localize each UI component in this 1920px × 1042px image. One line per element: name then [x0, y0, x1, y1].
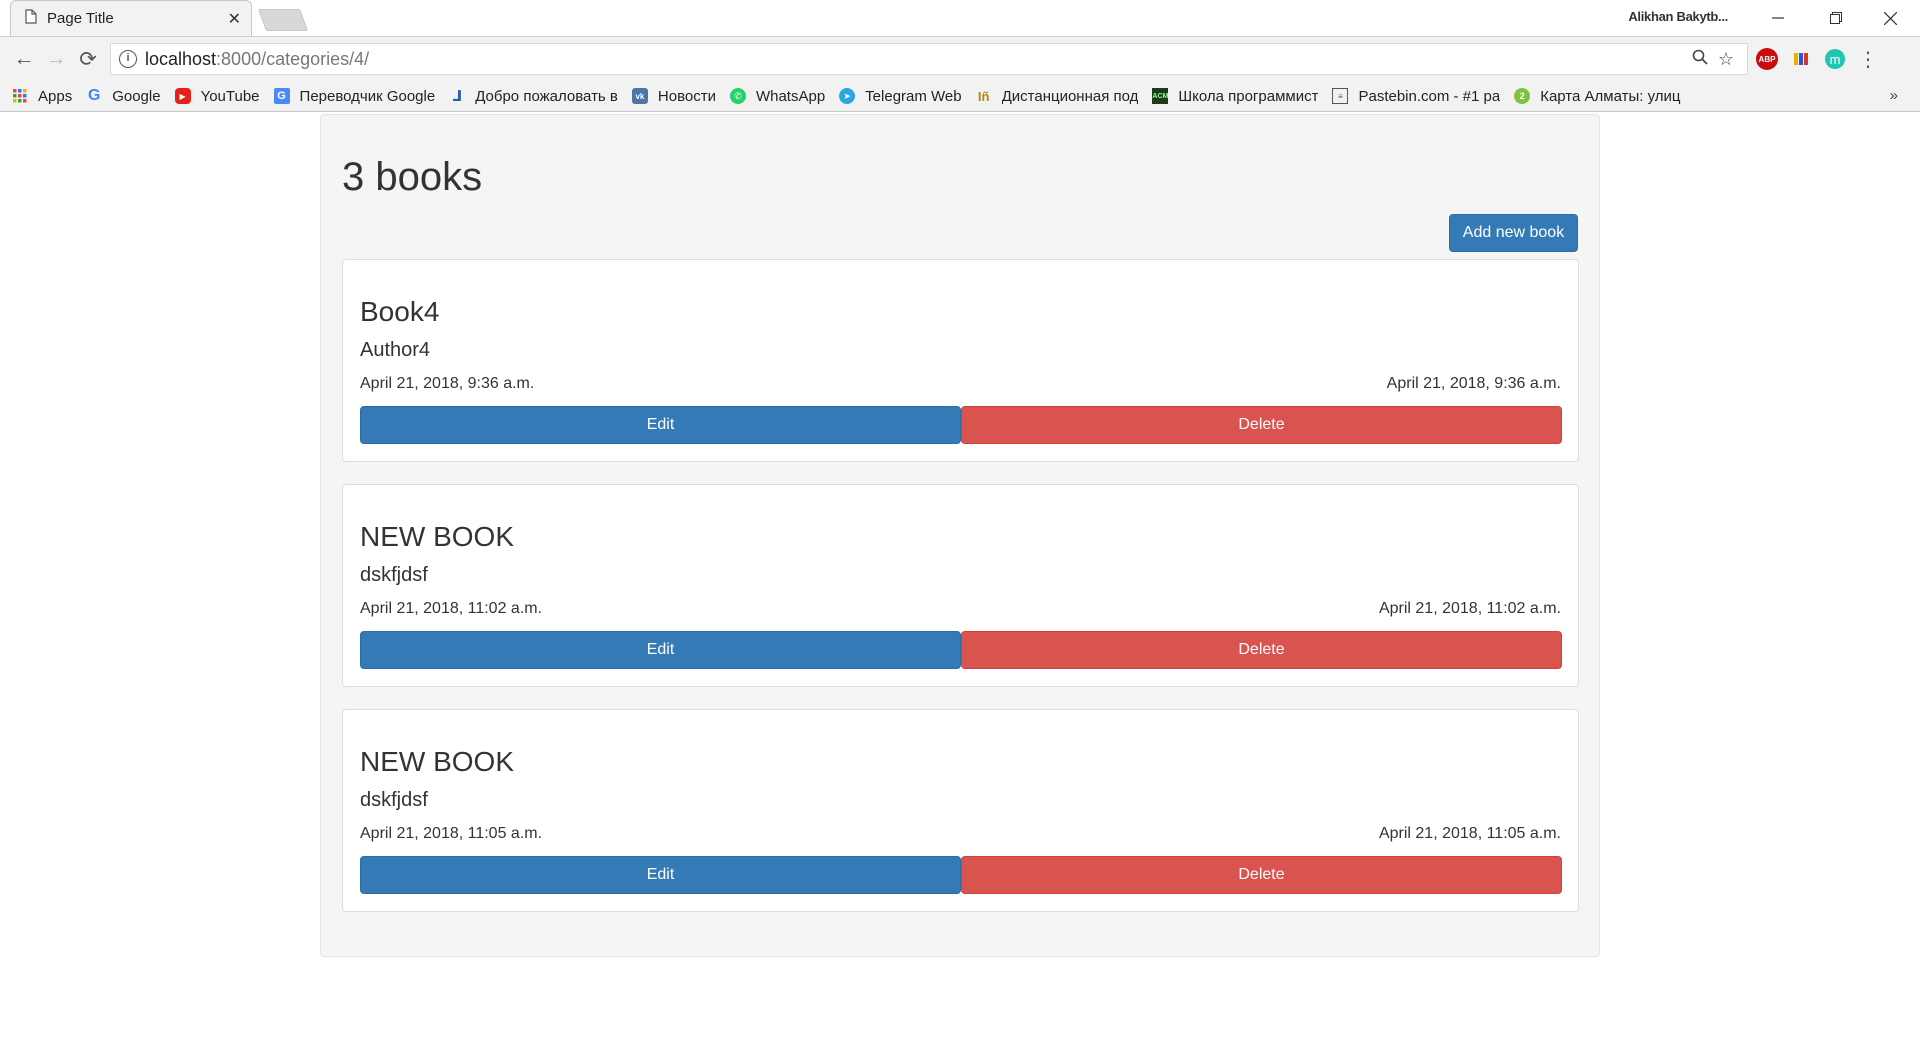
bookmark-telegram[interactable]: ➤ Telegram Web	[839, 87, 962, 105]
book-updated-date: April 21, 2018, 11:02 a.m.	[1378, 600, 1561, 617]
bookmark-programming-school[interactable]: ACM Школа программист	[1152, 88, 1318, 105]
tab-title: Page Title	[47, 10, 114, 27]
window-close-icon[interactable]	[1868, 4, 1912, 32]
book-author: dskfjdsf	[360, 564, 428, 586]
bookmark-label: Telegram Web	[865, 87, 962, 105]
url-text[interactable]: localhost:8000/categories/4/	[145, 49, 1687, 70]
minimize-icon[interactable]	[1756, 4, 1800, 32]
welcome-site-icon: ⅃	[452, 88, 462, 105]
youtube-icon: ▶	[174, 88, 191, 104]
browser-tab[interactable]: Page Title ✕	[10, 0, 252, 36]
delete-book-button[interactable]: Delete	[961, 631, 1562, 669]
bookmark-pastebin[interactable]: ≡ Pastebin.com - #1 pa	[1332, 88, 1500, 105]
bookmark-star-icon[interactable]: ☆	[1713, 49, 1739, 70]
bookmark-label: Добро пожаловать в	[475, 87, 618, 105]
bookmark-label: Google	[112, 87, 161, 105]
browser-menu-icon[interactable]: ⋮	[1858, 47, 1878, 72]
bookmark-label: Pastebin.com - #1 pa	[1358, 87, 1501, 105]
book-author: dskfjdsf	[360, 789, 428, 811]
url-path: :8000/categories/4/	[216, 48, 370, 69]
book-title: NEW BOOK	[360, 746, 515, 777]
bookmark-welcome[interactable]: ⅃ Добро пожаловать в	[449, 87, 618, 105]
bookmark-google-translate[interactable]: G Переводчик Google	[273, 87, 436, 105]
bookmark-label: Карта Алматы: улиц	[1540, 87, 1681, 105]
url-host: localhost	[145, 48, 217, 69]
bookmark-label: Новости	[657, 87, 716, 105]
edit-book-button[interactable]: Edit	[360, 406, 961, 444]
book-card: NEW BOOK dskfjdsf April 21, 2018, 11:05 …	[342, 709, 1579, 912]
bookmark-label: WhatsApp	[755, 87, 826, 105]
color-extension-icon[interactable]	[1786, 46, 1816, 72]
bookmark-label: Школа программист	[1178, 87, 1319, 105]
whatsapp-icon: ✆	[729, 88, 746, 104]
bookmark-almaty-map[interactable]: 2 Карта Алматы: улиц	[1514, 87, 1681, 105]
bookmark-google[interactable]: G Google	[86, 87, 161, 105]
book-card: NEW BOOK dskfjdsf April 21, 2018, 11:02 …	[342, 484, 1579, 687]
book-title: Book4	[360, 296, 440, 327]
vk-icon: vk	[631, 88, 648, 104]
programming-school-icon: ACM	[1152, 88, 1169, 104]
books-well: 3 books Add new book Book4 Author4 April…	[320, 114, 1600, 957]
telegram-icon: ➤	[839, 88, 856, 104]
pastebin-icon: ≡	[1332, 88, 1349, 104]
bookmark-label: YouTube	[200, 87, 260, 105]
forward-arrow-icon[interactable]: →	[40, 43, 72, 75]
delete-book-button[interactable]: Delete	[961, 406, 1562, 444]
google-translate-icon: G	[273, 88, 290, 104]
zoom-search-icon[interactable]	[1687, 49, 1713, 70]
book-card: Book4 Author4 April 21, 2018, 9:36 a.m. …	[342, 259, 1579, 462]
delete-book-button[interactable]: Delete	[961, 856, 1562, 894]
reload-icon[interactable]: ⟳	[72, 43, 104, 75]
profile-name[interactable]: Alikhan Bakytb...	[1628, 9, 1728, 24]
book-title: NEW BOOK	[360, 521, 515, 552]
edit-book-button[interactable]: Edit	[360, 856, 961, 894]
add-new-book-button[interactable]: Add new book	[1449, 214, 1578, 252]
back-arrow-icon[interactable]: ←	[8, 43, 40, 75]
address-bar[interactable]: i localhost:8000/categories/4/ ☆	[110, 43, 1748, 75]
page-file-icon	[25, 8, 37, 29]
book-updated-date: April 21, 2018, 11:05 a.m.	[1378, 825, 1561, 842]
book-updated-date: April 21, 2018, 9:36 a.m.	[1386, 375, 1561, 392]
bookmark-apps[interactable]: Apps	[12, 88, 72, 105]
bookmark-label: Переводчик Google	[299, 87, 436, 105]
bookmark-whatsapp[interactable]: ✆ WhatsApp	[729, 87, 826, 105]
restore-icon[interactable]	[1814, 4, 1858, 32]
book-created-date: April 21, 2018, 11:02 a.m.	[360, 600, 543, 617]
close-tab-icon[interactable]: ✕	[228, 9, 241, 29]
book-created-date: April 21, 2018, 11:05 a.m.	[360, 825, 543, 842]
apps-grid-icon	[12, 88, 28, 104]
bookmark-label: Дистанционная под	[1001, 87, 1139, 105]
edit-book-button[interactable]: Edit	[360, 631, 961, 669]
browser-toolbar: ← → ⟳ i localhost:8000/categories/4/ ☆ A…	[0, 37, 1920, 81]
page-title: 3 books	[342, 155, 483, 199]
distance-learning-icon: Iñ	[977, 88, 990, 104]
bookmark-label: Apps	[38, 87, 73, 105]
new-tab-button[interactable]	[257, 9, 309, 31]
book-author: Author4	[360, 339, 431, 361]
google-icon: G	[87, 87, 101, 105]
bookmarks-bar: Apps G Google ▶ YouTube G Переводчик Goo…	[0, 81, 1920, 112]
more-bookmarks-button[interactable]: »	[1890, 87, 1898, 104]
adblock-extension-icon[interactable]: ABP	[1752, 46, 1782, 72]
book-created-date: April 21, 2018, 9:36 a.m.	[360, 375, 535, 392]
m-extension-icon[interactable]: m	[1820, 46, 1850, 72]
bookmark-distance-learning[interactable]: Iñ Дистанционная под	[976, 88, 1139, 105]
browser-title-bar: Page Title ✕ Alikhan Bakytb...	[0, 0, 1920, 37]
map-2gis-icon: 2	[1514, 88, 1531, 104]
site-info-icon[interactable]: i	[119, 50, 137, 68]
bookmark-youtube[interactable]: ▶ YouTube	[174, 87, 260, 105]
bookmark-vk-news[interactable]: vk Новости	[631, 87, 716, 105]
